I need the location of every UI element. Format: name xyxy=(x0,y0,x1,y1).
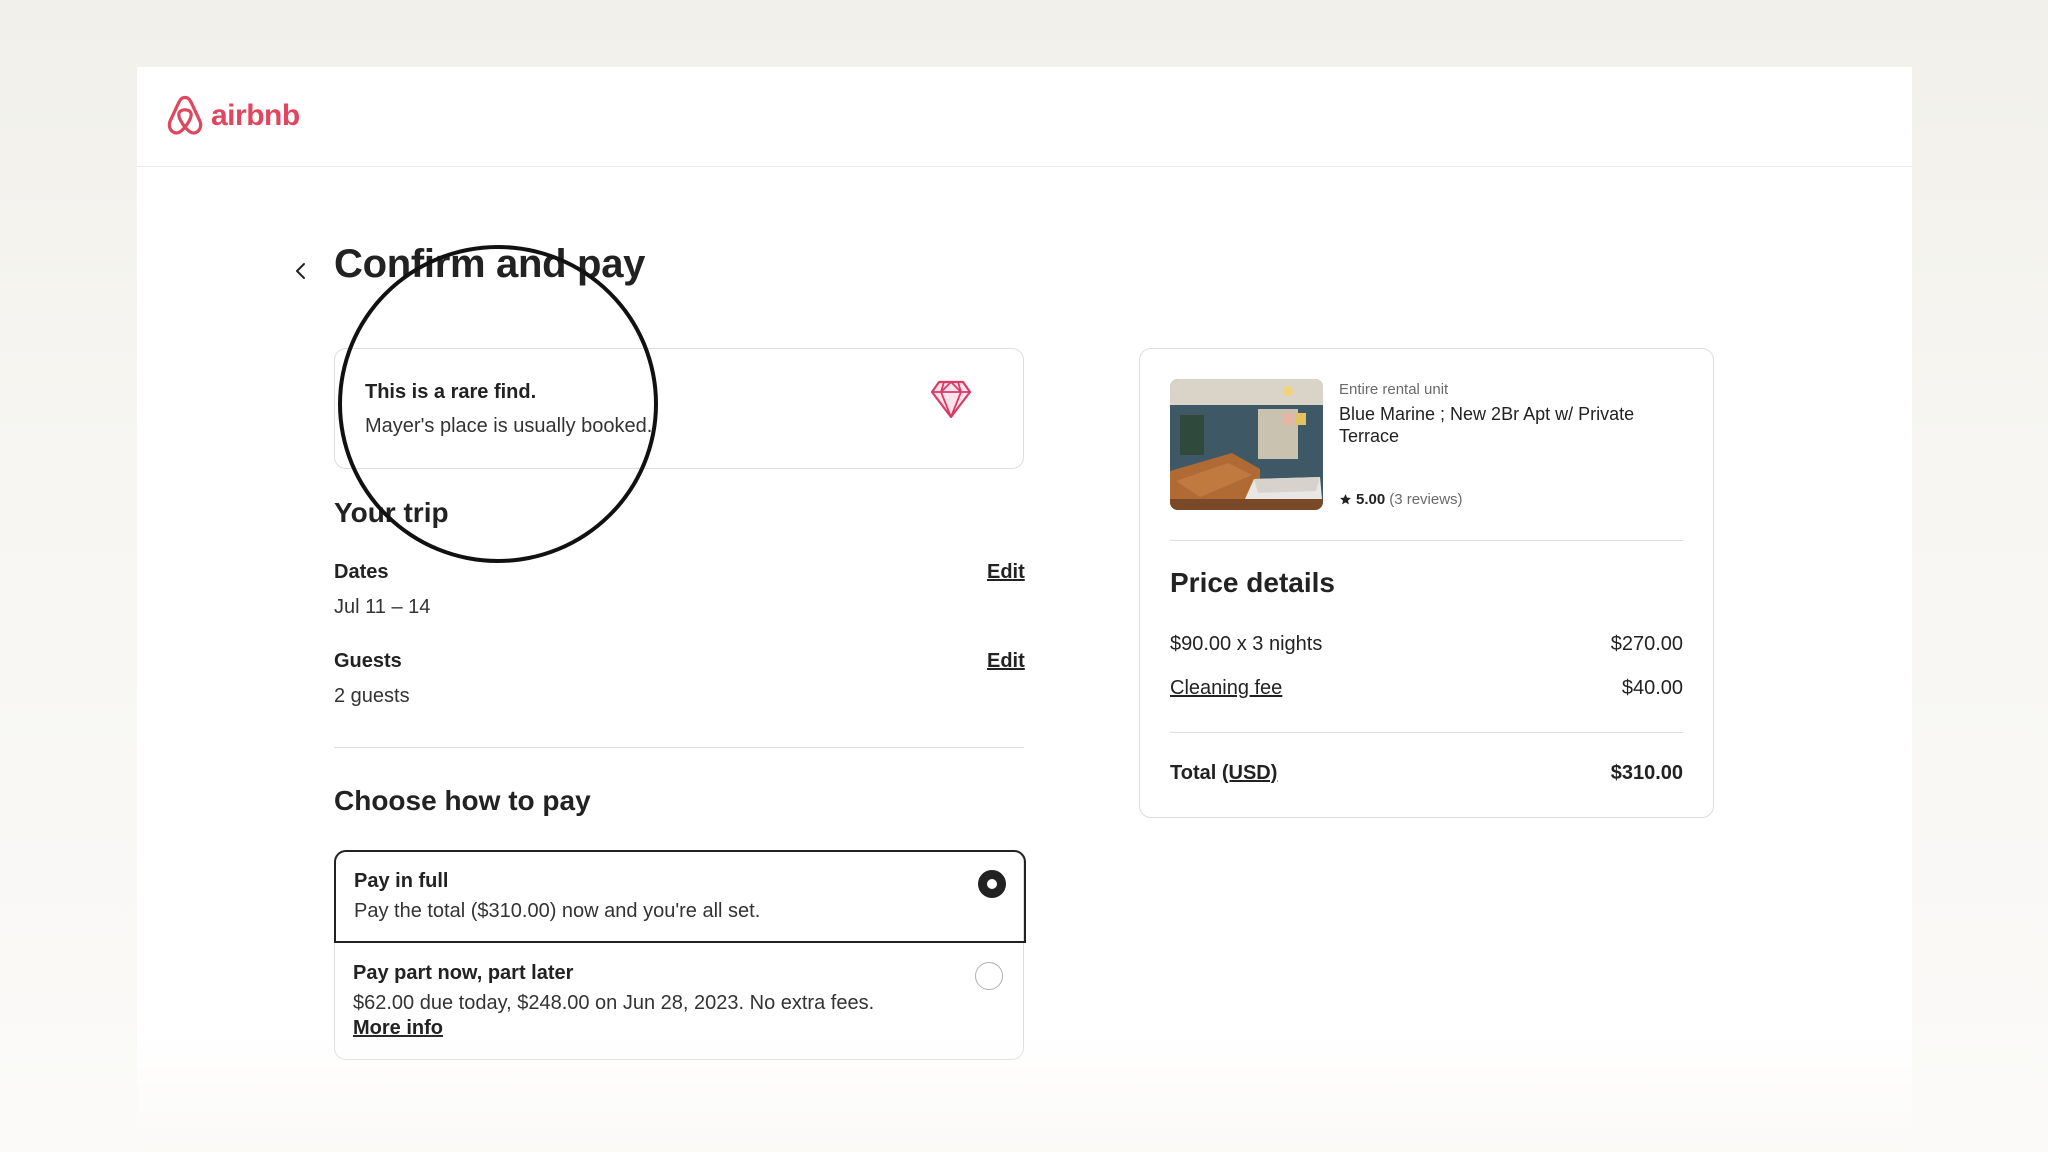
price-summary-card: Entire rental unit Blue Marine ; New 2Br… xyxy=(1139,348,1714,818)
browser-window: airbnb Confirm and pay This is a rare fi… xyxy=(137,67,1912,1152)
chevron-left-icon xyxy=(296,263,305,279)
more-info-link[interactable]: More info xyxy=(353,1017,443,1040)
edit-dates-link[interactable]: Edit xyxy=(987,561,1025,584)
choose-pay-heading: Choose how to pay xyxy=(334,785,591,816)
rare-find-subtitle: Mayer's place is usually booked. xyxy=(365,415,653,437)
airbnb-wordmark: airbnb xyxy=(211,99,300,132)
summary-divider xyxy=(1170,540,1683,541)
guests-value: 2 guests xyxy=(334,685,410,707)
pay-part-option[interactable]: Pay part now, part later $62.00 due toda… xyxy=(335,943,1023,1061)
pay-part-radio[interactable] xyxy=(975,962,1003,990)
option-description: Pay the total ($310.00) now and you're a… xyxy=(354,900,761,922)
diamond-icon xyxy=(930,380,972,419)
rating-value: 5.00 xyxy=(1356,491,1386,508)
total-divider xyxy=(1170,732,1683,733)
nightly-price-value: $270.00 xyxy=(1610,633,1683,655)
airbnb-logo-icon xyxy=(167,95,203,135)
section-divider xyxy=(334,747,1024,748)
listing-type: Entire rental unit xyxy=(1339,381,1449,398)
option-title: Pay in full xyxy=(354,870,449,892)
edit-guests-link[interactable]: Edit xyxy=(987,650,1025,673)
option-description: $62.00 due today, $248.00 on Jun 28, 202… xyxy=(353,992,875,1014)
currency-link[interactable]: (USD) xyxy=(1222,762,1278,784)
your-trip-heading: Your trip xyxy=(334,497,449,528)
rare-find-title: This is a rare find. xyxy=(365,381,537,403)
total-label: Total (USD) xyxy=(1170,762,1277,785)
back-button[interactable] xyxy=(287,257,315,285)
guests-label: Guests xyxy=(334,650,402,672)
review-count: (3 reviews) xyxy=(1389,491,1463,508)
listing-rating: 5.00 (3 reviews) xyxy=(1339,491,1463,508)
top-header: airbnb xyxy=(137,67,1912,167)
cleaning-fee-value: $40.00 xyxy=(1621,677,1683,699)
pay-in-full-option[interactable]: Pay in full Pay the total ($310.00) now … xyxy=(334,850,1026,943)
pay-in-full-radio[interactable] xyxy=(978,870,1006,898)
airbnb-logo[interactable]: airbnb xyxy=(165,95,300,137)
total-value: $310.00 xyxy=(1610,762,1683,784)
star-icon xyxy=(1340,494,1351,505)
total-text: Total xyxy=(1170,762,1217,784)
rare-find-card: This is a rare find. Mayer's place is us… xyxy=(334,348,1024,469)
nightly-price-label: $90.00 x 3 nights xyxy=(1170,633,1323,655)
cleaning-fee-link[interactable]: Cleaning fee xyxy=(1170,677,1282,700)
listing-name: Blue Marine ; New 2Br Apt w/ Private Ter… xyxy=(1339,404,1635,446)
payment-options: Pay in full Pay the total ($310.00) now … xyxy=(334,850,1026,1061)
dates-value: Jul 11 – 14 xyxy=(334,596,431,618)
page-title: Confirm and pay xyxy=(334,242,646,286)
price-details-heading: Price details xyxy=(1170,567,1335,598)
dates-label: Dates xyxy=(334,561,389,583)
listing-photo xyxy=(1170,379,1323,510)
option-title: Pay part now, part later xyxy=(353,962,574,984)
